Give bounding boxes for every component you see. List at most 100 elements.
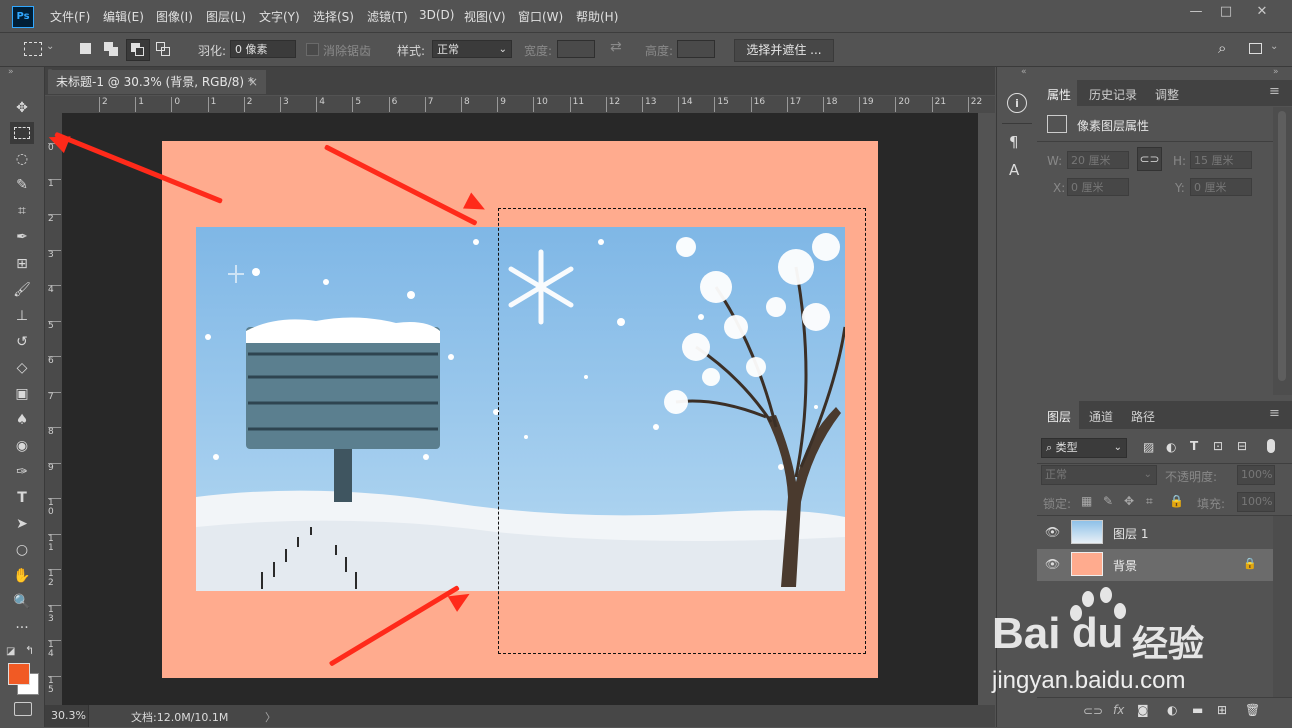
status-menu-arrow[interactable]: 〉 xyxy=(265,709,276,725)
collapse-icon[interactable]: « xyxy=(1021,67,1027,77)
marquee-tool-preset-icon[interactable] xyxy=(24,42,42,56)
menu-layer[interactable]: 图层(L) xyxy=(206,8,246,25)
swap-colors-icon[interactable]: ↰ xyxy=(25,644,34,657)
properties-scrollbar[interactable] xyxy=(1273,107,1292,395)
lock-all-icon[interactable]: 🔒 xyxy=(1169,494,1184,508)
layer-name[interactable]: 图层 1 xyxy=(1113,525,1148,542)
document-tab[interactable]: 未标题-1 @ 30.3% (背景, RGB/8) * × xyxy=(48,70,266,94)
history-brush-tool-icon[interactable]: ↺ xyxy=(10,331,34,353)
quick-selection-tool-icon[interactable]: ✎ xyxy=(10,174,34,196)
dodge-tool-icon[interactable]: ◉ xyxy=(10,435,34,457)
pen-tool-icon[interactable]: ✑ xyxy=(10,461,34,483)
blend-mode-select[interactable]: 正常 ⌄ xyxy=(1041,465,1157,485)
intersect-selection-icon[interactable] xyxy=(156,42,170,56)
tab-channels[interactable]: 通道 xyxy=(1089,408,1113,425)
paragraph-icon[interactable]: ¶ xyxy=(1009,133,1019,151)
spot-healing-tool-icon[interactable]: ⊞ xyxy=(10,253,34,275)
select-and-mask-button[interactable]: 选择并遮住 ... xyxy=(734,39,834,62)
move-tool-icon[interactable]: ✥ xyxy=(10,97,34,119)
link-icon[interactable]: ⊂⊃ xyxy=(1137,147,1162,171)
style-select[interactable]: 正常 ⌄ xyxy=(432,40,512,58)
eye-icon[interactable]: 👁 xyxy=(1045,557,1060,571)
antialias-checkbox[interactable] xyxy=(306,43,319,56)
menu-file[interactable]: 文件(F) xyxy=(50,8,90,25)
tab-paths[interactable]: 路径 xyxy=(1131,408,1155,425)
lock-transparent-icon[interactable]: ▦ xyxy=(1081,494,1092,508)
tab-adjustments[interactable]: 调整 xyxy=(1155,86,1179,103)
layer-name[interactable]: 背景 xyxy=(1113,557,1137,574)
x-input[interactable]: 0 厘米 xyxy=(1067,178,1129,196)
add-selection-icon[interactable] xyxy=(104,42,118,56)
panel-menu-icon[interactable]: ≡ xyxy=(1269,406,1280,421)
more-tools-icon[interactable]: ··· xyxy=(10,617,34,639)
crop-tool-icon[interactable]: ⌗ xyxy=(10,200,34,222)
collapse-icon[interactable]: » xyxy=(1273,67,1279,77)
layer-row-background[interactable]: 👁 背景 🔒 xyxy=(1037,549,1273,581)
menu-select[interactable]: 选择(S) xyxy=(313,8,354,25)
collapse-icon[interactable]: » xyxy=(8,67,14,77)
menu-edit[interactable]: 编辑(E) xyxy=(103,8,144,25)
chevron-down-icon[interactable]: ⌄ xyxy=(46,41,54,52)
tab-properties[interactable]: 属性 xyxy=(1047,86,1071,103)
filter-type-icon[interactable]: T xyxy=(1190,439,1198,453)
default-colors-icon[interactable]: ◪ xyxy=(6,646,15,657)
panel-menu-icon[interactable]: ≡ xyxy=(1269,84,1280,99)
w-input[interactable]: 20 厘米 xyxy=(1067,151,1129,169)
blur-tool-icon[interactable]: ♠ xyxy=(10,409,34,431)
swap-icon[interactable]: ⇄ xyxy=(610,39,622,55)
menu-3d[interactable]: 3D(D) xyxy=(419,8,454,22)
eraser-tool-icon[interactable]: ◇ xyxy=(10,357,34,379)
workspace-icon[interactable] xyxy=(1249,43,1262,54)
type-tool-icon[interactable]: T xyxy=(10,487,34,509)
lock-pixels-icon[interactable]: ✎ xyxy=(1103,494,1113,508)
tab-history[interactable]: 历史记录 xyxy=(1089,86,1137,103)
eye-icon[interactable]: 👁 xyxy=(1045,525,1060,539)
minimize-button[interactable]: — xyxy=(1182,2,1210,22)
menu-view[interactable]: 视图(V) xyxy=(464,8,506,25)
close-tab-icon[interactable]: × xyxy=(248,70,258,94)
lock-artboard-icon[interactable]: ⌗ xyxy=(1146,494,1153,509)
feather-input[interactable]: 0 像素 xyxy=(230,40,296,58)
hand-tool-icon[interactable]: ✋ xyxy=(10,565,34,587)
filter-adjustment-icon[interactable]: ◐ xyxy=(1166,440,1176,454)
filter-shape-icon[interactable]: ⊡ xyxy=(1213,439,1223,453)
opacity-input[interactable]: 100% xyxy=(1237,465,1275,485)
zoom-tool-icon[interactable]: 🔍 xyxy=(10,591,34,613)
tab-layers[interactable]: 图层 xyxy=(1047,408,1071,425)
filter-toggle-icon[interactable] xyxy=(1267,439,1275,453)
lasso-tool-icon[interactable]: ◌ xyxy=(10,148,34,170)
foreground-color-swatch[interactable] xyxy=(8,663,30,685)
search-icon[interactable]: ⌕ xyxy=(1218,39,1226,57)
new-selection-icon[interactable] xyxy=(80,43,91,54)
eyedropper-tool-icon[interactable]: ✒ xyxy=(10,226,34,248)
marquee-selection[interactable] xyxy=(498,208,866,654)
layer-row-layer1[interactable]: 👁 图层 1 xyxy=(1037,517,1273,549)
close-button[interactable]: ✕ xyxy=(1248,2,1276,22)
zoom-level[interactable]: 30.3% xyxy=(45,705,89,727)
info-icon[interactable]: i xyxy=(1007,93,1027,113)
menu-help[interactable]: 帮助(H) xyxy=(576,8,618,25)
filter-smart-object-icon[interactable]: ⊟ xyxy=(1237,439,1247,453)
menu-filter[interactable]: 滤镜(T) xyxy=(367,8,408,25)
quick-mask-icon[interactable] xyxy=(14,702,32,716)
brush-tool-icon[interactable]: 🖌 xyxy=(10,279,34,301)
width-input[interactable] xyxy=(557,40,595,58)
subtract-selection-icon[interactable] xyxy=(126,39,150,61)
lock-position-icon[interactable]: ✥ xyxy=(1124,494,1134,508)
ellipse-tool-icon[interactable]: ○ xyxy=(10,539,34,561)
height-input[interactable] xyxy=(677,40,715,58)
filter-pixel-icon[interactable]: ▨ xyxy=(1143,440,1154,454)
gradient-tool-icon[interactable]: ▣ xyxy=(10,383,34,405)
menu-window[interactable]: 窗口(W) xyxy=(518,8,563,25)
chevron-down-icon[interactable]: ⌄ xyxy=(1270,41,1278,52)
path-selection-tool-icon[interactable]: ➤ xyxy=(10,513,34,535)
y-input[interactable]: 0 厘米 xyxy=(1190,178,1252,196)
rectangular-marquee-tool-icon[interactable] xyxy=(10,122,34,144)
menu-type[interactable]: 文字(Y) xyxy=(259,8,300,25)
clone-stamp-tool-icon[interactable]: ⊥ xyxy=(10,305,34,327)
fill-input[interactable]: 100% xyxy=(1237,492,1275,512)
maximize-button[interactable]: □ xyxy=(1212,2,1240,22)
h-input[interactable]: 15 厘米 xyxy=(1190,151,1252,169)
layer-filter-select[interactable]: ⌕ 类型 ⌄ xyxy=(1041,438,1127,458)
menu-image[interactable]: 图像(I) xyxy=(156,8,193,25)
